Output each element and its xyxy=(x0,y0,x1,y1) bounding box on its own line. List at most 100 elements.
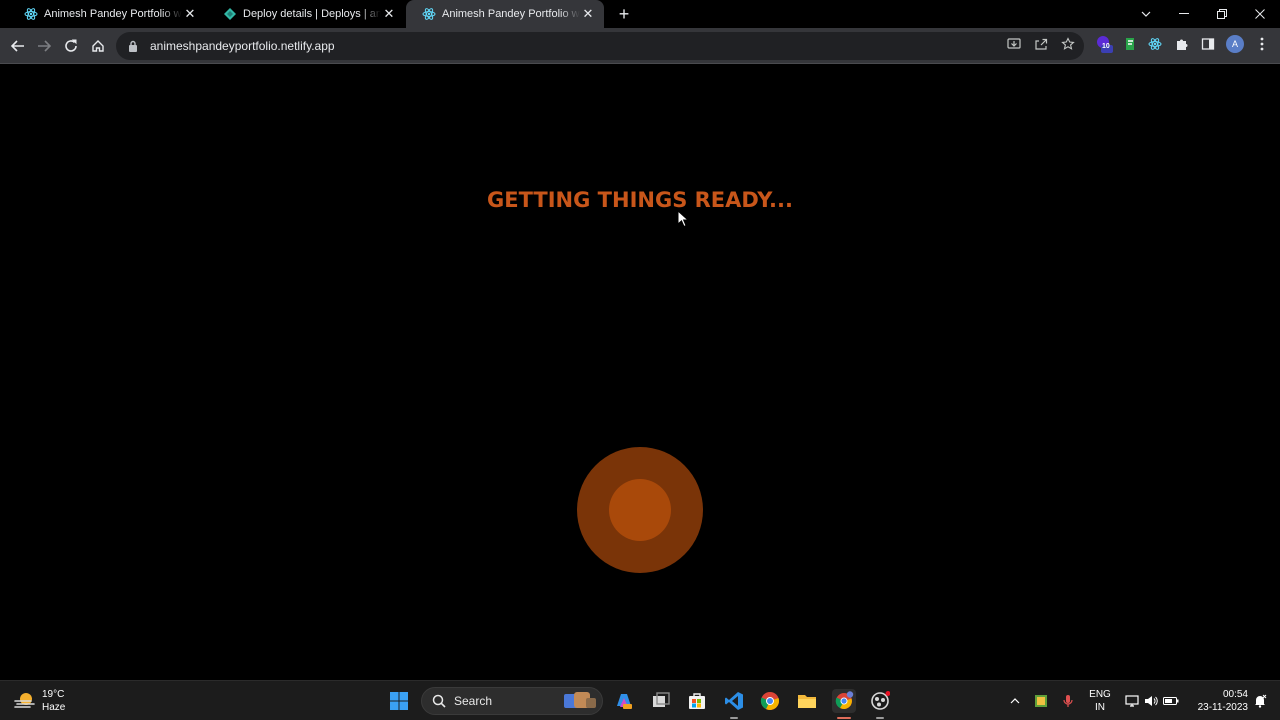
profile-initial: A xyxy=(1231,39,1238,49)
minimize-icon xyxy=(1179,13,1189,14)
browser-toolbar: animeshpandeyportfolio.netlify.app 10 A xyxy=(0,28,1280,64)
taskbar-app-vscode[interactable] xyxy=(722,689,746,713)
side-panel-button[interactable] xyxy=(1198,34,1218,54)
taskbar-app-chrome-profile[interactable] xyxy=(832,689,856,713)
weather-temp: 19°C xyxy=(42,689,65,700)
extension-green-button[interactable] xyxy=(1120,34,1140,54)
chevron-up-icon xyxy=(1010,698,1020,704)
close-tab-icon[interactable]: ✕ xyxy=(580,6,596,22)
restore-icon xyxy=(1217,9,1227,19)
show-hidden-icons-button[interactable] xyxy=(1007,691,1023,711)
react-icon xyxy=(24,7,38,21)
notifications-button[interactable] xyxy=(1252,691,1268,711)
back-button[interactable] xyxy=(6,34,30,58)
restore-button[interactable] xyxy=(1203,0,1241,28)
microphone-button[interactable] xyxy=(1060,691,1076,711)
running-indicator xyxy=(730,717,738,719)
tray-app-button[interactable] xyxy=(1033,691,1049,711)
profile-button[interactable]: A xyxy=(1225,34,1245,54)
install-icon xyxy=(1007,38,1021,49)
taskbar-app-task-view[interactable] xyxy=(649,689,673,713)
home-icon xyxy=(92,40,104,52)
install-app-button[interactable] xyxy=(1004,34,1024,54)
tray-app-icon xyxy=(1035,695,1047,707)
network-icon xyxy=(1125,695,1139,707)
tab-deploy-details[interactable]: Deploy details | Deploys | animesh ✕ xyxy=(207,0,405,28)
language-line-1: ENG xyxy=(1089,689,1111,700)
react-icon xyxy=(422,7,436,21)
network-button[interactable] xyxy=(1124,691,1140,711)
page-viewport: GETTING THINGS READY... xyxy=(0,64,1280,680)
search-label: Search xyxy=(454,694,493,708)
loading-spinner-outer xyxy=(577,447,703,573)
share-icon xyxy=(1035,38,1048,50)
menu-button[interactable] xyxy=(1252,34,1272,54)
start-button[interactable] xyxy=(387,689,411,713)
weather-widget[interactable]: 19°C Haze xyxy=(14,687,65,715)
haze-sun-icon xyxy=(14,693,35,708)
search-icon xyxy=(432,694,446,708)
taskbar-app-chrome[interactable] xyxy=(758,689,782,713)
task-view-icon xyxy=(653,692,670,707)
puzzle-icon xyxy=(1177,39,1188,50)
folder-icon xyxy=(798,695,816,708)
taskbar-app-store[interactable] xyxy=(685,689,709,713)
share-button[interactable] xyxy=(1031,34,1051,54)
clock-time: 00:54 xyxy=(1222,689,1248,700)
side-panel-icon xyxy=(1201,38,1215,50)
netlify-icon xyxy=(223,7,237,21)
search-highlight-icon xyxy=(564,692,596,708)
tab-portfolio-1[interactable]: Animesh Pandey Portfolio website ✕ xyxy=(8,0,206,28)
close-icon xyxy=(1255,9,1265,19)
language-line-2: IN xyxy=(1095,702,1105,713)
more-vertical-icon xyxy=(1260,37,1264,51)
taskbar-app-copilot[interactable] xyxy=(612,689,636,713)
language-indicator[interactable]: ENG IN xyxy=(1088,688,1112,714)
microsoft-store-icon xyxy=(689,693,705,709)
lock-icon[interactable] xyxy=(126,39,140,53)
tab-title: Deploy details | Deploys | animesh xyxy=(243,8,381,20)
extension-badge-count: 10 xyxy=(1102,43,1110,50)
tab-search-button[interactable] xyxy=(1127,0,1165,28)
tab-strip: Animesh Pandey Portfolio website ✕ Deplo… xyxy=(0,0,1280,28)
vscode-icon xyxy=(725,692,743,710)
reload-button[interactable] xyxy=(59,34,83,58)
battery-button[interactable] xyxy=(1163,691,1179,711)
react-devtools-button[interactable] xyxy=(1145,34,1165,54)
taskbar-app-obs[interactable] xyxy=(868,689,892,713)
chevron-down-icon xyxy=(1141,11,1151,17)
new-tab-button[interactable]: + xyxy=(614,4,634,24)
chrome-profile-icon xyxy=(835,691,854,710)
close-tab-icon[interactable]: ✕ xyxy=(182,6,198,22)
taskbar-search[interactable]: Search xyxy=(421,687,603,715)
extensions-button[interactable] xyxy=(1172,34,1192,54)
loading-message: GETTING THINGS READY... xyxy=(487,188,793,212)
extension-green-icon xyxy=(1126,38,1134,50)
windows-logo-icon xyxy=(390,692,408,710)
notification-bell-icon xyxy=(1255,694,1267,708)
arrow-right-icon xyxy=(38,40,51,52)
avatar: A xyxy=(1226,35,1244,53)
windows-taskbar: 19°C Haze Search ENG IN 00:54 23-11-2023 xyxy=(0,680,1280,720)
star-icon xyxy=(1061,37,1075,50)
volume-button[interactable] xyxy=(1143,691,1159,711)
tab-portfolio-2[interactable]: Animesh Pandey Portfolio website ✕ xyxy=(406,0,604,28)
taskbar-app-file-explorer[interactable] xyxy=(795,689,819,713)
reload-icon xyxy=(65,39,77,52)
extension-counter-button[interactable]: 10 xyxy=(1094,34,1114,54)
address-bar[interactable]: animeshpandeyportfolio.netlify.app xyxy=(116,32,1084,60)
tab-title: Animesh Pandey Portfolio website xyxy=(442,8,580,20)
bookmark-button[interactable] xyxy=(1058,34,1078,54)
obs-icon xyxy=(871,691,890,710)
forward-button[interactable] xyxy=(32,34,56,58)
url-text[interactable]: animeshpandeyportfolio.netlify.app xyxy=(150,39,335,53)
close-window-button[interactable] xyxy=(1241,0,1279,28)
active-indicator xyxy=(837,717,851,719)
minimize-button[interactable] xyxy=(1165,0,1203,28)
system-clock[interactable]: 00:54 23-11-2023 xyxy=(1186,688,1248,714)
close-tab-icon[interactable]: ✕ xyxy=(381,6,397,22)
loading-spinner-inner xyxy=(609,479,671,541)
home-button[interactable] xyxy=(86,34,110,58)
arrow-left-icon xyxy=(11,40,24,52)
react-icon xyxy=(1148,38,1162,50)
